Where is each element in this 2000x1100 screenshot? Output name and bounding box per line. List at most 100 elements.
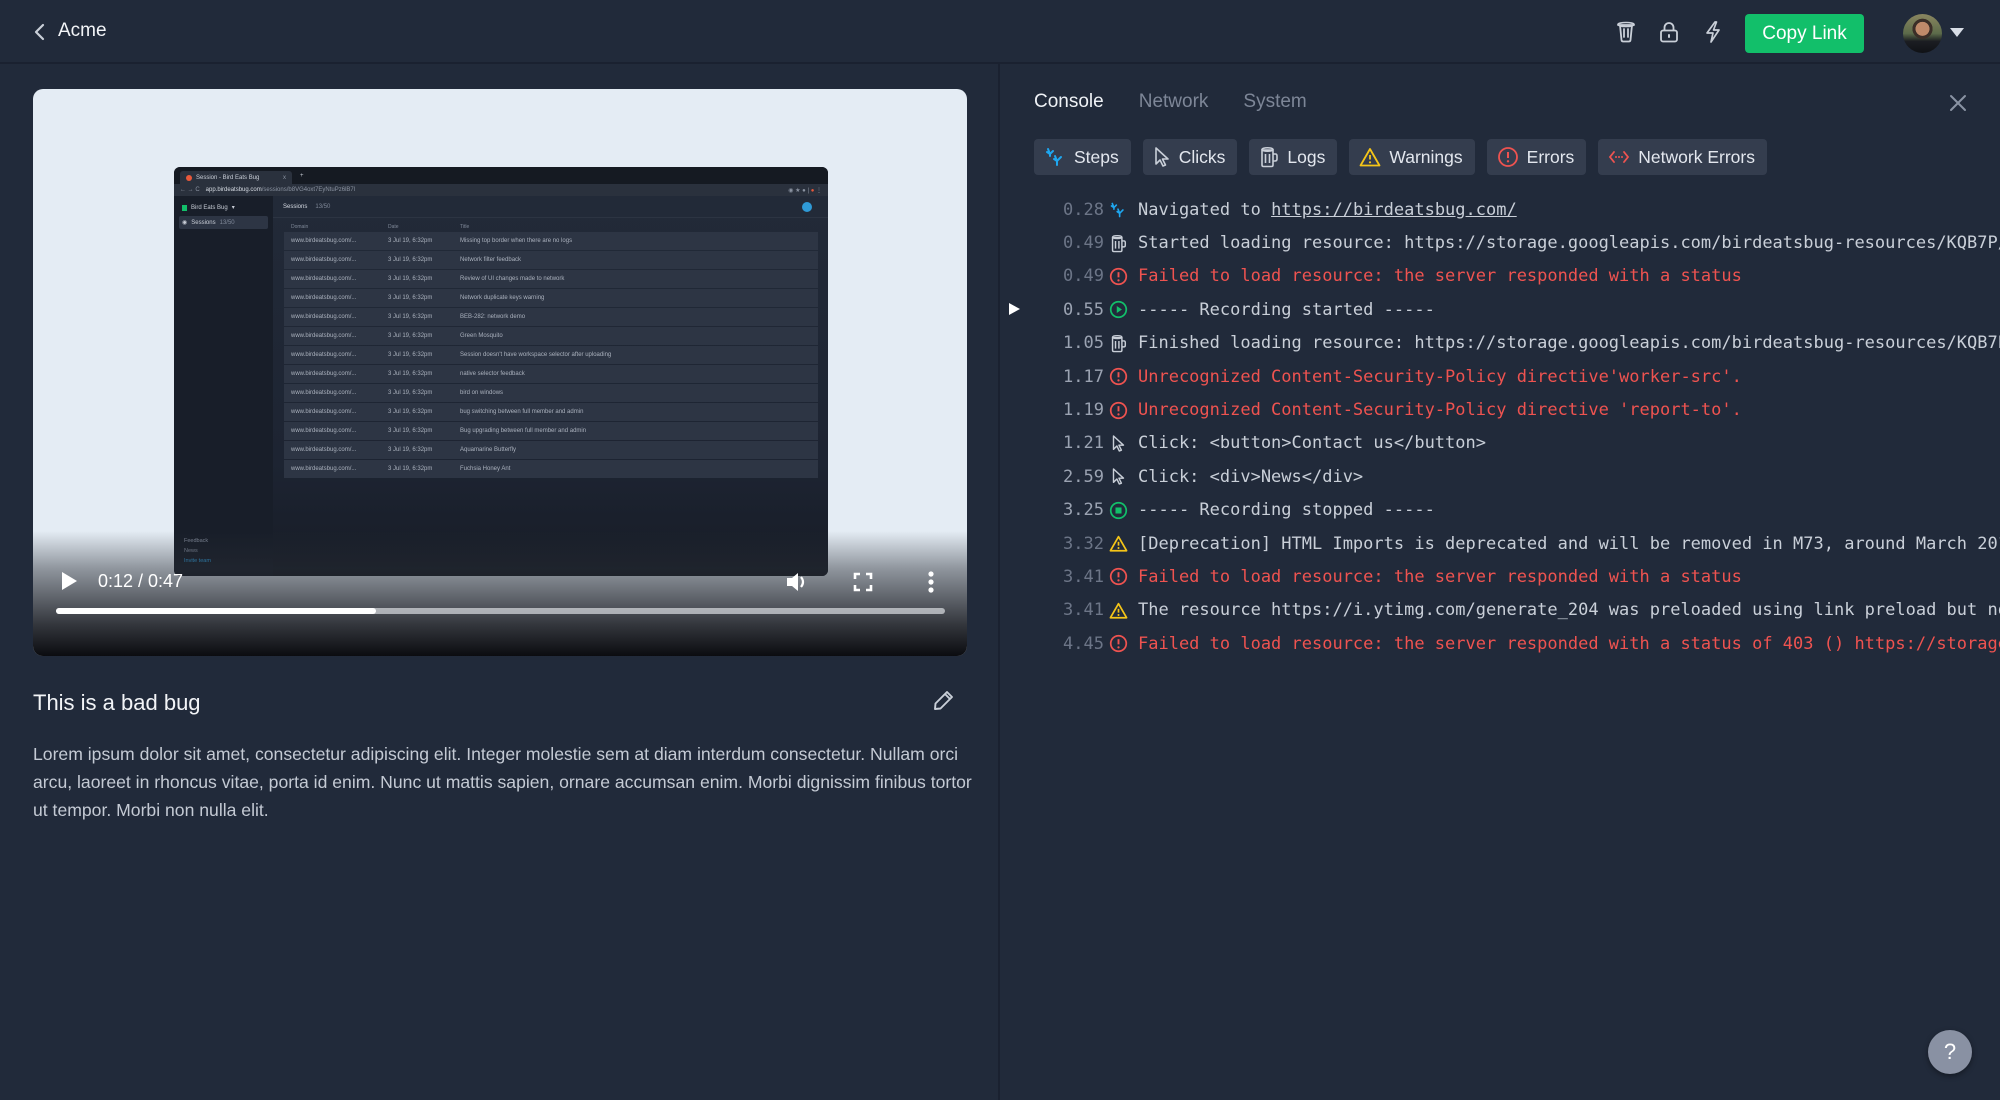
bug-title: This is a bad bug [33,690,201,715]
volume-icon [787,573,805,591]
log-message: The resource https://i.ytimg.com/generat… [1138,600,2000,621]
error-icon [1108,266,1128,286]
footsteps-icon [1046,148,1062,166]
log-message: Navigated to https://birdeatsbug.com/ [1138,199,1517,220]
warning-icon [1108,534,1128,554]
embedded-session-row: www.birdeatsbug.com/... 3 Jul 19, 6:32pm b… [284,384,818,402]
panel-tabs: Console Network System [1034,91,1307,113]
embedded-session-row: www.birdeatsbug.com/... 3 Jul 19, 6:32pm G… [284,327,818,345]
log-message: Unrecognized Content-Security-Policy dir… [1138,400,1742,421]
integrations-button[interactable] [1691,10,1735,54]
tab-system[interactable]: System [1243,91,1306,113]
log-timestamp[interactable]: 3.25 [1000,500,1104,520]
browser-extension-icons: ◉ ★ ● | ● ⋮ [788,187,822,194]
caret-down-icon[interactable] [1950,28,1964,37]
chevron-left-icon [34,23,45,41]
log-message: Failed to load resource: the server resp… [1138,266,1742,287]
log-entry-warning[interactable]: 3.32 [Deprecation] HTML Imports is deprec… [1000,527,2000,560]
warning-icon [1108,600,1128,620]
cursor-icon [1154,147,1169,167]
lightning-icon [1706,21,1720,43]
log-timestamp[interactable]: 1.17 [1000,367,1104,387]
log-timestamp[interactable]: 0.28 [1000,200,1104,220]
volume-button[interactable] [784,569,810,595]
log-entry-log[interactable]: 1.05 Finished loading resource: https://s… [1000,327,2000,360]
network-error-icon [1609,151,1630,163]
log-timestamp[interactable]: 0.49 [1000,266,1104,286]
browser-tab-bar: Session - Bird Eats Bug x + [174,167,828,184]
copy-link-button[interactable]: Copy Link [1745,14,1864,53]
favicon-icon [186,174,192,181]
log-message: Failed to load resource: the server resp… [1138,633,2000,654]
fullscreen-button[interactable] [851,570,875,594]
edit-button[interactable] [932,688,960,716]
video-player[interactable]: Session - Bird Eats Bug x + ← → C app.bir… [33,89,967,656]
browser-address-bar: ← → C app.birdeatsbug.com/sessions/b8VG4… [174,184,828,196]
avatar[interactable] [1903,14,1942,53]
log-timestamp[interactable]: 0.49 [1000,233,1104,253]
filter-clicks[interactable]: Clicks [1142,139,1238,175]
log-entry-error[interactable]: 4.45 Failed to load resource: the server … [1000,627,2000,660]
embedded-rows: www.birdeatsbug.com/... 3 Jul 19, 6:32pm M… [284,232,818,478]
filter-logs[interactable]: Logs [1249,139,1338,175]
log-timestamp[interactable]: 3.41 [1000,567,1104,587]
log-entry-rec-start[interactable]: 0.55 ----- Recording started ----- [1000,293,2000,326]
log-timestamp[interactable]: 1.05 [1000,333,1104,353]
tab-network[interactable]: Network [1139,91,1209,113]
log-entry-click[interactable]: 2.59 Click: <div>News</div> [1000,460,2000,493]
embedded-session-row: www.birdeatsbug.com/... 3 Jul 19, 6:32pm S… [284,346,818,364]
bug-description: Lorem ipsum dolor sit amet, consectetur … [33,744,972,820]
error-icon [1497,147,1518,167]
filter-warnings[interactable]: Warnings [1349,139,1475,175]
log-timestamp[interactable]: 1.21 [1000,433,1104,453]
delete-button[interactable] [1604,10,1648,54]
embedded-session-row: www.birdeatsbug.com/... 3 Jul 19, 6:32pm b… [284,403,818,421]
log-filters: Steps Clicks Logs Warnings Errors Networ… [1034,139,1767,175]
current-position-marker-icon [1009,303,1020,316]
filter-errors[interactable]: Errors [1486,139,1587,175]
console-log-list: 0.28 Navigated to https://birdeatsbug.com… [1000,193,2000,660]
top-bar: Acme Copy Link [0,0,2000,64]
log-entry-error[interactable]: 1.19 Unrecognized Content-Security-Policy… [1000,393,2000,426]
log-timestamp[interactable]: 4.45 [1000,634,1104,654]
log-timestamp[interactable]: 1.19 [1000,400,1104,420]
filter-steps[interactable]: Steps [1034,139,1131,175]
log-link[interactable]: https://birdeatsbug.com/ [1271,200,1517,220]
error-icon [1108,400,1128,420]
play-button[interactable] [58,569,82,593]
log-entry-error[interactable]: 3.41 Failed to load resource: the server … [1000,560,2000,593]
error-icon [1108,567,1128,587]
back-button[interactable] [28,20,52,44]
embedded-sidebar: Bird Eats Bug ▾ ◉Sessions13/50 Feedback … [174,196,273,576]
log-message: Unrecognized Content-Security-Policy dir… [1138,366,1742,387]
trash-icon [1617,21,1635,43]
log-entry-rec-stop[interactable]: 3.25 ----- Recording stopped ----- [1000,494,2000,527]
log-timestamp[interactable]: 3.32 [1000,534,1104,554]
log-message: Click: <button>Contact us</button> [1138,433,1486,454]
video-time: 0:12 / 0:47 [98,571,184,591]
log-entry-error[interactable]: 0.49 Failed to load resource: the server … [1000,260,2000,293]
embedded-session-row: www.birdeatsbug.com/... 3 Jul 19, 6:32pm n… [284,365,818,383]
filter-network-errors[interactable]: Network Errors [1598,139,1767,175]
video-progress-bar[interactable] [56,608,945,614]
lock-button[interactable] [1647,10,1691,54]
embedded-session-row: www.birdeatsbug.com/... 3 Jul 19, 6:32pm M… [284,232,818,250]
tab-console[interactable]: Console [1034,91,1104,113]
log-timestamp[interactable]: 2.59 [1000,467,1104,487]
help-button[interactable]: ? [1928,1030,1972,1074]
log-entry-step[interactable]: 0.28 Navigated to https://birdeatsbug.com… [1000,193,2000,226]
log-entry-error[interactable]: 1.17 Unrecognized Content-Security-Policy… [1000,360,2000,393]
mug-icon [1108,233,1128,253]
recording-stopped-icon [1108,500,1128,520]
log-entry-warning[interactable]: 3.41 The resource https://i.ytimg.com/gen… [1000,594,2000,627]
close-panel-button[interactable] [1945,90,1971,116]
video-progress-fill [56,608,377,614]
log-entry-log[interactable]: 0.49 Started loading resource: https://st… [1000,226,2000,259]
log-message: ----- Recording stopped ----- [1138,500,1435,521]
embedded-session-row: www.birdeatsbug.com/... 3 Jul 19, 6:32pm N… [284,251,818,269]
more-options-button[interactable] [923,569,939,595]
log-timestamp[interactable]: 3.41 [1000,600,1104,620]
video-controls: 0:12 / 0:47 [33,566,967,656]
lock-icon [1660,22,1678,43]
log-entry-click[interactable]: 1.21 Click: <button>Contact us</button> [1000,427,2000,460]
